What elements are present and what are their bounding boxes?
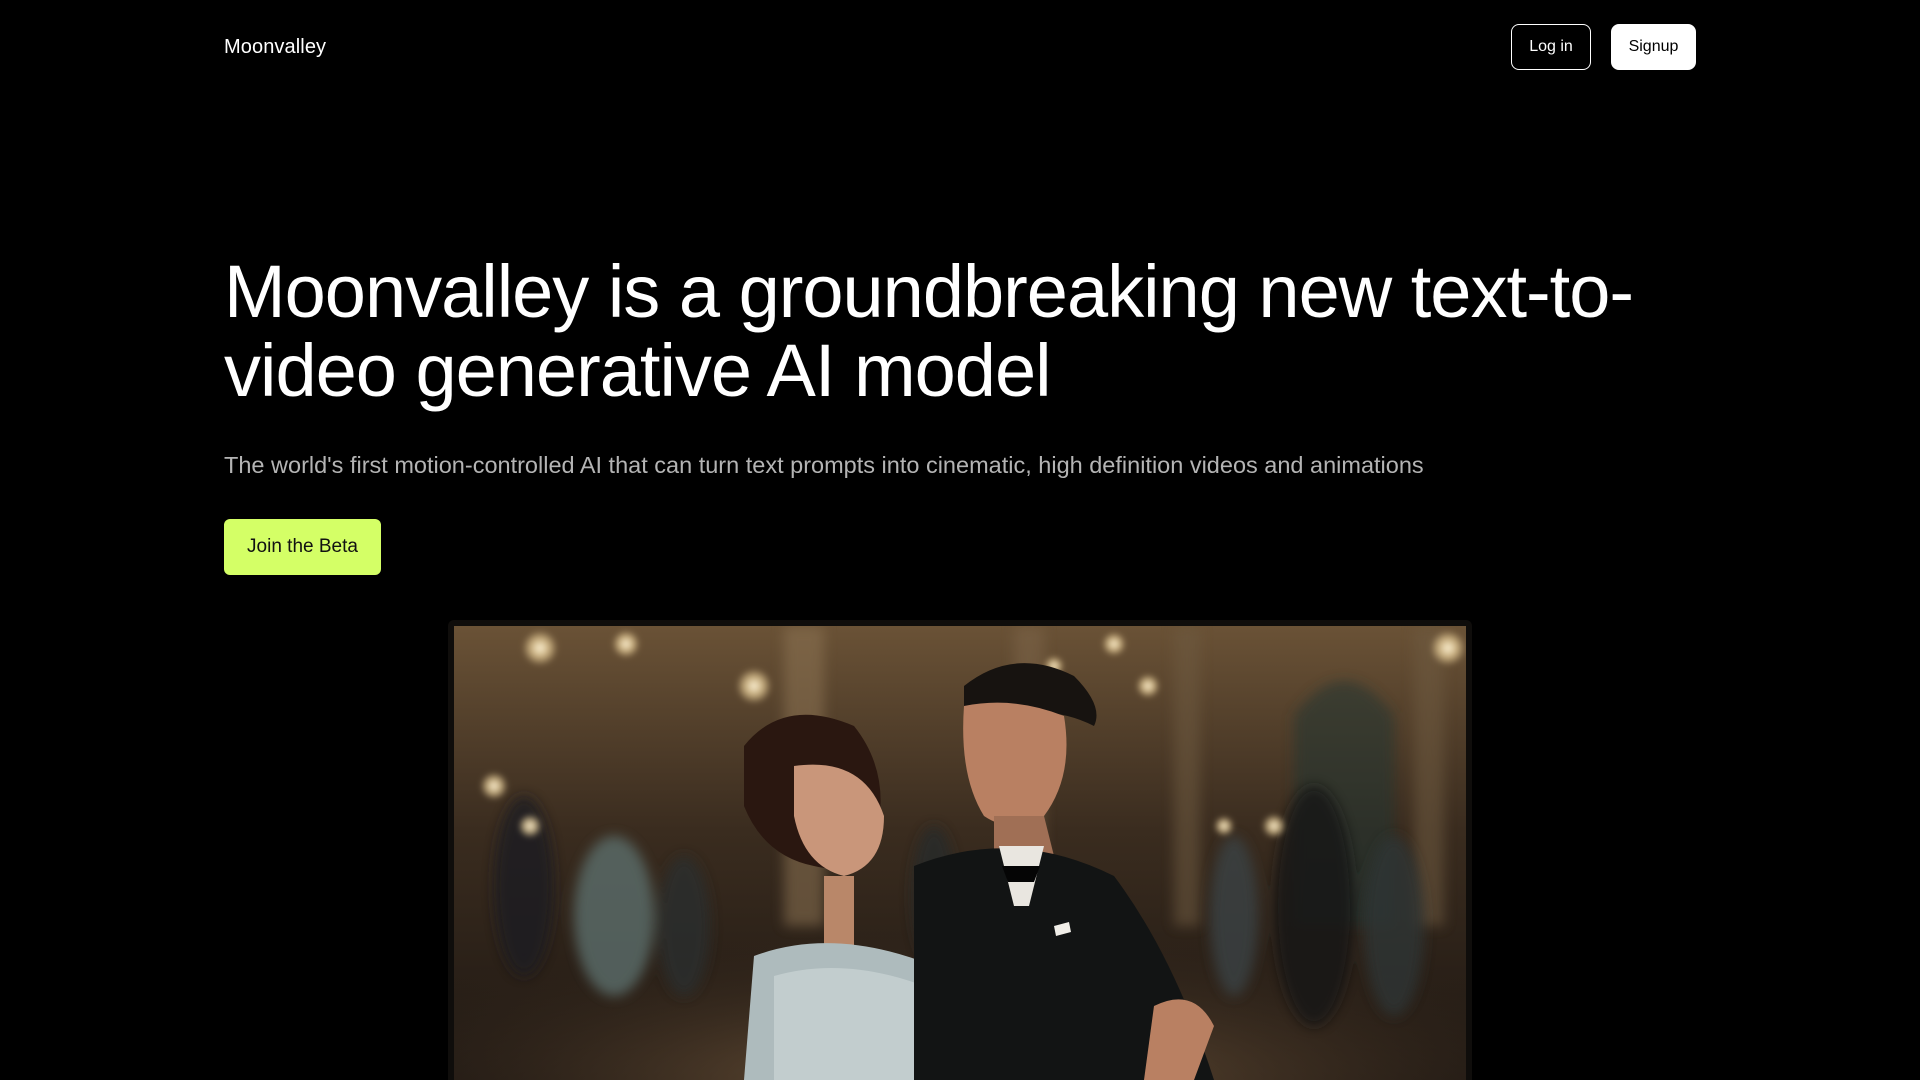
- hero-subtitle: The world's first motion-controlled AI t…: [224, 452, 1424, 478]
- join-beta-button[interactable]: Join the Beta: [224, 519, 381, 575]
- video-still-icon: [454, 626, 1466, 1080]
- login-button[interactable]: Log in: [1511, 24, 1591, 70]
- hero-video[interactable]: [448, 620, 1472, 1080]
- signup-button[interactable]: Signup: [1611, 24, 1696, 70]
- nav-actions: Log in Signup: [1511, 24, 1696, 70]
- hero-title: Moonvalley is a groundbreaking new text-…: [224, 250, 1634, 412]
- landing-page: Moonvalley Log in Signup Moonvalley is a…: [0, 0, 1920, 1080]
- brand-logo-text[interactable]: Moonvalley: [224, 33, 326, 61]
